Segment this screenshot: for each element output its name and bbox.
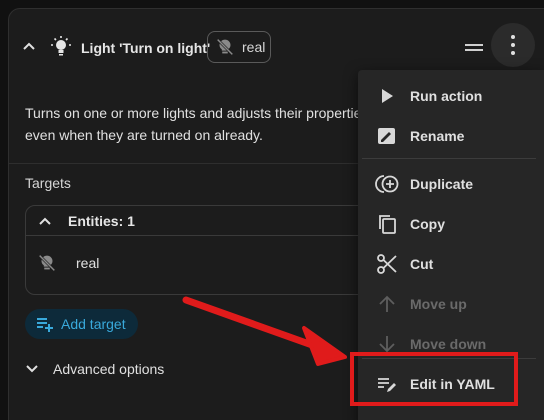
targets-label: Targets <box>25 175 71 191</box>
menu-item-label: Cut <box>410 256 434 272</box>
action-description: Turns on one or more lights and adjusts … <box>25 105 373 143</box>
duplicate-icon <box>375 175 399 193</box>
chevron-up-icon[interactable] <box>38 214 52 228</box>
menu-item-run-action[interactable]: Run action <box>358 76 544 116</box>
chevron-down-icon <box>26 365 38 373</box>
annotation-highlight-box <box>350 352 518 406</box>
menu-item-cut[interactable]: Cut <box>358 244 544 284</box>
scissors-icon <box>377 254 397 274</box>
entity-row[interactable]: real <box>26 250 384 278</box>
lightbulb-off-icon <box>38 254 56 272</box>
entities-header[interactable]: Entities: 1 <box>26 206 384 236</box>
kebab-dot <box>511 51 515 55</box>
more-options-button[interactable] <box>491 23 535 67</box>
chevron-up-icon[interactable] <box>21 38 37 54</box>
rename-icon <box>378 128 395 144</box>
kebab-dot <box>511 35 515 39</box>
entities-panel: Entities: 1 real <box>25 205 385 295</box>
menu-item-rename[interactable]: Rename <box>358 116 544 156</box>
menu-divider <box>362 158 536 159</box>
playlist-add-icon <box>37 318 53 332</box>
add-target-label: Add target <box>61 316 126 332</box>
advanced-options-toggle[interactable]: Advanced options <box>25 361 164 377</box>
menu-item-label: Move up <box>410 296 467 312</box>
arrow-up-icon <box>379 295 395 312</box>
drag-handle-icon[interactable] <box>465 44 483 52</box>
menu-item-copy[interactable]: Copy <box>358 204 544 244</box>
menu-item-label: Copy <box>410 216 445 232</box>
add-target-button[interactable]: Add target <box>25 309 138 339</box>
entity-name: real <box>76 255 100 271</box>
kebab-dot <box>511 43 515 47</box>
advanced-options-label: Advanced options <box>53 361 165 377</box>
menu-item-duplicate[interactable]: Duplicate <box>358 164 544 204</box>
entity-chip[interactable]: real <box>207 31 271 63</box>
lightbulb-icon <box>51 36 71 56</box>
menu-item-move-up: Move up <box>358 284 544 324</box>
lightbulb-off-icon <box>216 38 234 56</box>
menu-item-label: Run action <box>410 88 483 104</box>
menu-item-label: Duplicate <box>410 176 474 192</box>
entities-count-label: Entities: 1 <box>68 213 135 229</box>
play-icon <box>382 89 393 103</box>
copy-icon <box>379 215 396 234</box>
action-title: Light 'Turn on light' <box>81 40 211 56</box>
chip-label: real <box>242 39 266 55</box>
menu-item-label: Rename <box>410 128 465 144</box>
menu-item-label: Move down <box>410 336 487 352</box>
